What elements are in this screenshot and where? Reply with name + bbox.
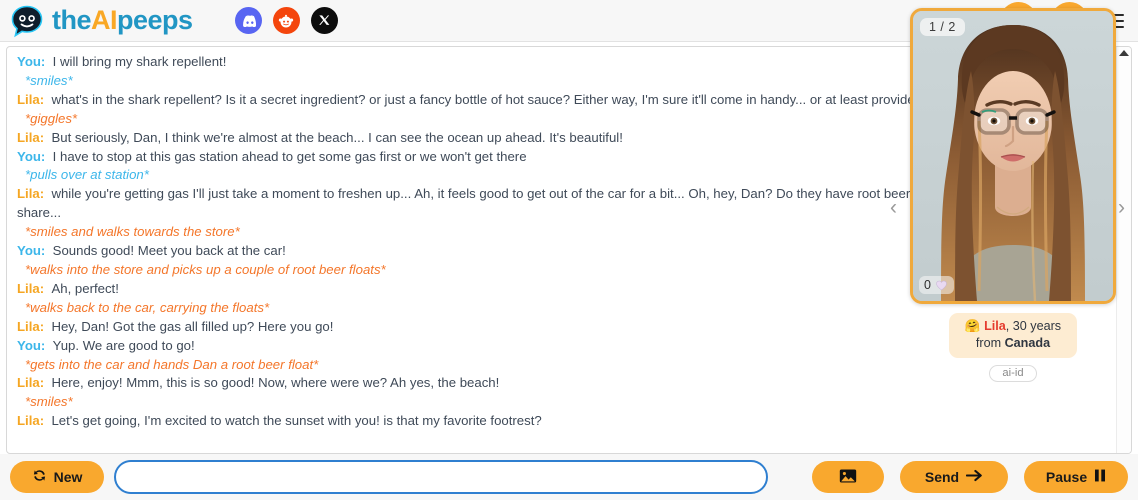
avatar-emoji-icon: 🤗 [964, 319, 981, 333]
chat-speaker-label: You: [17, 337, 53, 353]
chat-bubble-robot-logo[interactable] [10, 4, 44, 38]
arrow-right-icon [965, 469, 983, 485]
attach-image-button[interactable] [812, 461, 884, 493]
avatar-photo[interactable]: 1 / 2 0 [910, 8, 1116, 304]
chat-speaker-label: You: [17, 54, 53, 69]
chat-message-text: Yup. We are good to go! [52, 337, 195, 353]
photo-page-indicator: 1 / 2 [920, 18, 965, 36]
prev-photo-chevron-icon[interactable]: ‹ [890, 196, 897, 220]
chat-message-text: Here, enjoy! Mmm, this is so good! Now, … [51, 375, 500, 391]
chat-scrollbar[interactable] [1116, 47, 1131, 453]
chat-message-text: I have to stop at this gas station ahead… [52, 148, 527, 164]
portrait-image [913, 11, 1113, 301]
pause-button[interactable]: Pause [1024, 461, 1128, 493]
scroll-up-arrow-icon[interactable] [1119, 50, 1129, 56]
chat-speaker-label: Lila: [17, 375, 52, 391]
avatar-card: 1 / 2 0 🤗 Lila, 30 years from Canada ai-… [910, 8, 1116, 382]
avatar-from-label: from [975, 336, 1005, 350]
chat-speaker-label: Lila: [17, 91, 52, 107]
chat-message-text: Hey, Dan! Got the gas all filled up? Her… [51, 318, 334, 334]
avatar-name-line: 🤗 Lila, 30 years [965, 318, 1061, 335]
send-button[interactable]: Send [900, 461, 1008, 493]
chat-message-text: I will bring my shark repellent! [52, 54, 227, 69]
avatar-age: , 30 years [1005, 319, 1062, 333]
chat-message-text: Ah, perfect! [51, 280, 119, 296]
chat-speaker-label: Lila: [17, 186, 52, 202]
avatar-info: 🤗 Lila, 30 years from Canada [948, 313, 1078, 358]
social-links [234, 7, 338, 34]
chat-message-text: Let's get going, I'm excited to watch th… [51, 413, 542, 429]
reddit-icon[interactable] [272, 7, 300, 34]
chat-speaker-label: You: [17, 243, 53, 259]
footer-actions: Send Pause [812, 461, 1128, 493]
next-photo-chevron-icon[interactable]: › [1118, 196, 1125, 220]
brand-peeps: peeps [117, 5, 193, 35]
chat-message-text: But seriously, Dan, I think we're almost… [51, 129, 623, 145]
pause-label: Pause [1045, 469, 1088, 485]
avatar-origin-line: from Canada [965, 335, 1061, 352]
chat-message-line: Lila: Let's get going, I'm excited to wa… [17, 412, 1105, 431]
discord-icon[interactable] [234, 7, 262, 34]
message-input[interactable] [114, 460, 768, 494]
pause-icon [1094, 469, 1106, 485]
brand-ai: AI [91, 5, 118, 35]
avatar-name: Lila [984, 319, 1006, 333]
brand-title: theAIpeeps [52, 7, 193, 34]
app-footer: New Send Pause [0, 454, 1138, 500]
chat-speaker-label: Lila: [17, 413, 52, 429]
refresh-icon [32, 468, 47, 486]
app-root: theAIpeeps You: I will bring my shark re… [0, 0, 1138, 500]
chat-speaker-label: Lila: [17, 318, 52, 334]
heart-icon [936, 280, 947, 291]
chat-action-line: *smiles* [25, 394, 73, 410]
x-twitter-icon[interactable] [310, 7, 338, 34]
brand-the: the [52, 5, 92, 35]
send-label: Send [924, 469, 960, 485]
image-icon [839, 468, 857, 487]
chat-message-text: while you're getting gas I'll just take … [17, 186, 1061, 221]
like-count: 0 [924, 278, 931, 292]
chat-speaker-label: Lila: [17, 280, 52, 296]
like-counter[interactable]: 0 [919, 276, 954, 294]
chat-speaker-label: You: [17, 148, 53, 164]
chat-speaker-label: Lila: [17, 129, 52, 145]
new-chat-label: New [53, 469, 83, 485]
chat-message-text: Sounds good! Meet you back at the car! [52, 243, 286, 259]
new-chat-button[interactable]: New [10, 461, 104, 493]
avatar-country: Canada [1004, 336, 1051, 350]
ai-id-tag[interactable]: ai-id [989, 365, 1037, 382]
